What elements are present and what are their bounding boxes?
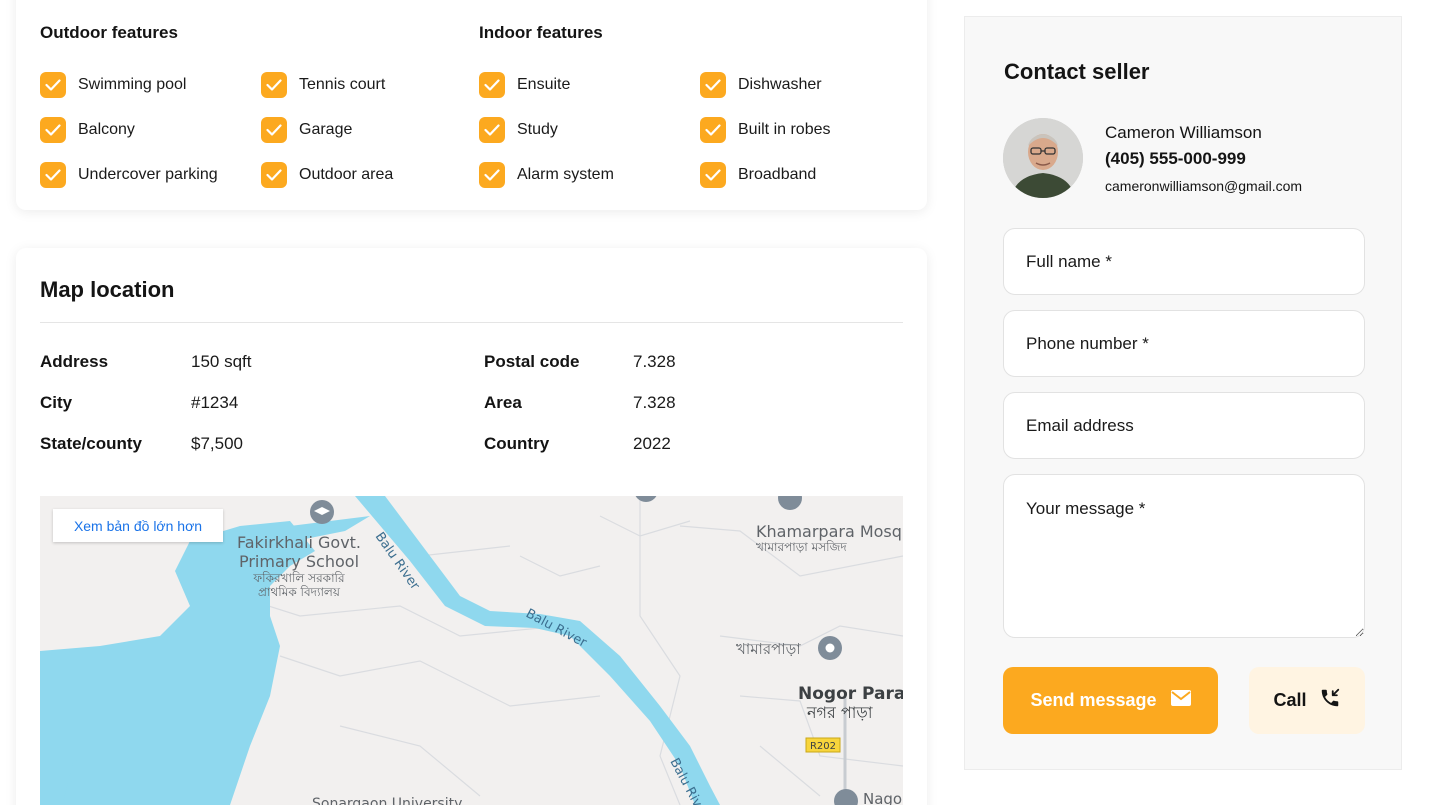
check-icon [479, 162, 505, 188]
map-embed[interactable]: Balu River Balu River Balu River Fakirkh… [40, 496, 903, 805]
feature-item: Balcony [40, 117, 135, 143]
feature-label: Ensuite [517, 76, 571, 93]
feature-item: Dishwasher [700, 72, 822, 98]
map-label-university: Sonargaon University [312, 796, 462, 805]
feature-label: Study [517, 121, 558, 138]
feature-label: Outdoor area [299, 166, 394, 183]
feature-item: Garage [261, 117, 352, 143]
info-value-city: #1234 [191, 393, 239, 412]
map-pin-icon[interactable] [778, 496, 802, 510]
map-pin-icon[interactable] [834, 789, 858, 805]
info-label-postal-code: Postal code [484, 352, 580, 371]
feature-item: Built in robes [700, 117, 831, 143]
divider [40, 322, 903, 323]
map-label-khamarpara: খামারপাড়া [736, 640, 801, 658]
info-label-area: Area [484, 393, 522, 412]
feature-label: Swimming pool [78, 76, 187, 93]
map-label-school: Fakirkhali Govt. [237, 533, 361, 552]
map-pin-dot [825, 643, 835, 653]
info-value-state: $7,500 [191, 434, 243, 453]
phone-incoming-icon [1319, 687, 1341, 714]
map-label-nogor: Nogor Para [798, 684, 903, 704]
check-icon [261, 72, 287, 98]
check-icon [261, 117, 287, 143]
seller-phone[interactable]: (405) 555-000-999 [1105, 149, 1246, 169]
road-shield-label: R202 [810, 741, 836, 752]
map-label-school-local: ফকিরখালি সরকারি [252, 571, 345, 585]
check-icon [479, 72, 505, 98]
avatar [1003, 118, 1083, 198]
feature-label: Balcony [78, 121, 135, 138]
feature-label: Alarm system [517, 166, 614, 183]
map-river [355, 496, 720, 805]
info-value-address: 150 sqft [191, 352, 252, 371]
seller-name: Cameron Williamson [1105, 123, 1262, 142]
send-message-label: Send message [1030, 690, 1157, 710]
map-label-mosque-local: খামারপাড়া মসজিদ [756, 540, 847, 554]
map-location-title: Map location [40, 277, 175, 302]
feature-item: Tennis court [261, 72, 385, 98]
larger-map-link[interactable]: Xem bản đồ lớn hơn [53, 509, 223, 542]
message-textarea[interactable] [1003, 474, 1365, 638]
feature-label: Undercover parking [78, 166, 218, 183]
info-label-city: City [40, 393, 73, 412]
feature-item: Broadband [700, 162, 816, 188]
send-message-button[interactable]: Send message [1003, 667, 1218, 734]
envelope-icon [1170, 690, 1191, 711]
info-value-postal-code: 7.328 [633, 352, 676, 371]
feature-label: Broadband [738, 166, 817, 183]
map-canvas[interactable]: Balu River Balu River Balu River Fakirkh… [40, 496, 903, 805]
contact-seller-panel: Contact seller Cameron Williamson (405) … [964, 16, 1402, 770]
feature-item: Study [479, 117, 558, 143]
feature-item: Alarm system [479, 162, 614, 188]
map-label-mosque: Khamarpara Mosq [756, 522, 902, 541]
feature-label: Garage [299, 121, 353, 138]
check-icon [479, 117, 505, 143]
map-label-nogor-local: নগর পাড়া [806, 703, 873, 722]
check-icon [40, 72, 66, 98]
map-pin-icon[interactable] [634, 496, 658, 502]
map-label-school-local: প্রাথমিক বিদ্যালয় [258, 585, 341, 599]
call-label: Call [1273, 690, 1307, 710]
feature-item: Ensuite [479, 72, 570, 98]
feature-label: Dishwasher [738, 76, 822, 93]
feature-item: Undercover parking [40, 162, 218, 188]
check-icon [40, 117, 66, 143]
call-button[interactable]: Call [1249, 667, 1365, 734]
phone-number-input[interactable] [1003, 310, 1365, 377]
outdoor-features-title: Outdoor features [40, 23, 178, 42]
map-label-school: Primary School [239, 552, 359, 571]
info-label-country: Country [484, 434, 550, 453]
map-label-nago: Nago [863, 790, 902, 805]
info-value-country: 2022 [633, 434, 671, 453]
feature-label: Built in robes [738, 121, 831, 138]
check-icon [700, 117, 726, 143]
feature-item: Outdoor area [261, 162, 393, 188]
info-value-area: 7.328 [633, 393, 676, 412]
info-label-state: State/county [40, 434, 143, 453]
email-address-input[interactable] [1003, 392, 1365, 459]
check-icon [261, 162, 287, 188]
contact-title: Contact seller [1004, 59, 1150, 84]
check-icon [700, 72, 726, 98]
feature-item: Swimming pool [40, 72, 186, 98]
check-icon [700, 162, 726, 188]
full-name-input[interactable] [1003, 228, 1365, 295]
feature-label: Tennis court [299, 76, 386, 93]
check-icon [40, 162, 66, 188]
info-label-address: Address [40, 352, 109, 371]
seller-email[interactable]: cameronwilliamson@gmail.com [1105, 178, 1302, 194]
indoor-features-title: Indoor features [479, 23, 603, 42]
